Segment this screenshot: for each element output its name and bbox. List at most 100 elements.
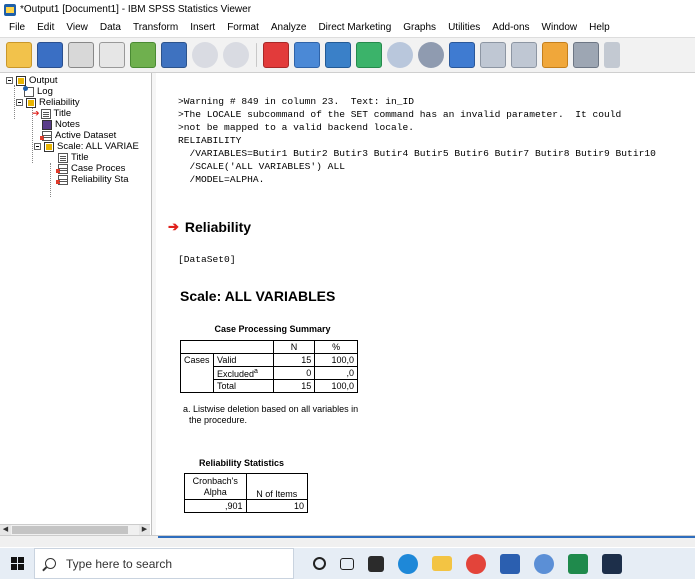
cortana-icon[interactable] — [313, 557, 326, 570]
hide-icon[interactable] — [573, 42, 599, 68]
excel-icon[interactable] — [568, 553, 588, 574]
taskbar-search-box[interactable]: Type here to search — [34, 548, 294, 579]
menu-direct-marketing[interactable]: Direct Marketing — [312, 22, 397, 33]
outline-label: Notes — [55, 119, 80, 130]
redo-icon[interactable] — [223, 42, 249, 68]
menu-view[interactable]: View — [60, 22, 94, 33]
chrome-icon[interactable] — [466, 553, 486, 574]
undo-icon[interactable] — [192, 42, 218, 68]
goto-variable-icon[interactable] — [325, 42, 351, 68]
goto-data-icon[interactable] — [263, 42, 289, 68]
promote-icon[interactable] — [480, 42, 506, 68]
file-explorer-icon[interactable] — [432, 556, 452, 571]
case-summary-title: Case Processing Summary — [214, 324, 331, 334]
goto-case-icon[interactable] — [294, 42, 320, 68]
menu-bar: File Edit View Data Transform Insert For… — [0, 19, 695, 36]
pane-splitter[interactable] — [151, 73, 156, 535]
demote-icon[interactable] — [511, 42, 537, 68]
outline-item-active-dataset[interactable]: Active Dataset — [40, 130, 117, 141]
recall-dialog-icon[interactable] — [161, 42, 187, 68]
print-preview-icon[interactable] — [99, 42, 125, 68]
menu-analyze[interactable]: Analyze — [265, 22, 313, 33]
print-icon[interactable] — [68, 42, 94, 68]
search-icon — [45, 558, 56, 569]
show-all-icon[interactable] — [387, 42, 413, 68]
cell-pct: 100,0 — [314, 353, 358, 367]
open-icon[interactable] — [6, 42, 32, 68]
cell-pct: 100,0 — [314, 379, 358, 393]
outline-item-log[interactable]: Log — [23, 85, 53, 97]
collapse-toggle[interactable] — [34, 143, 41, 150]
store-icon[interactable] — [368, 555, 384, 572]
taskbar: Type here to search — [0, 548, 695, 579]
back-icon[interactable] — [604, 42, 620, 68]
collapse-toggle[interactable] — [16, 99, 23, 106]
search-placeholder: Type here to search — [66, 556, 173, 571]
pivot-table-icon — [56, 174, 68, 185]
edge-icon[interactable] — [398, 553, 418, 574]
outline-item-output[interactable]: Output — [6, 75, 58, 86]
scrollbar-thumb[interactable] — [12, 526, 128, 534]
export-icon[interactable] — [130, 42, 156, 68]
menu-window[interactable]: Window — [536, 22, 584, 33]
outline-item-reliability[interactable]: Reliability — [16, 97, 80, 108]
menu-format[interactable]: Format — [221, 22, 265, 33]
log-line: >The LOCALE subcommand of the SET comman… — [178, 109, 622, 120]
row-group-blank — [180, 379, 214, 393]
cell-n: 15 — [272, 379, 316, 393]
log-icon — [23, 85, 34, 97]
outline-item-title[interactable]: ➔ Title — [32, 108, 71, 119]
outline-item-scale[interactable]: Scale: ALL VARIAE — [34, 141, 139, 152]
designate-window-icon[interactable] — [418, 42, 444, 68]
outline-label: Active Dataset — [55, 130, 117, 141]
menu-transform[interactable]: Transform — [127, 22, 184, 33]
menu-help[interactable]: Help — [583, 22, 616, 33]
active-dataset-icon — [40, 130, 52, 141]
reliability-stats-table[interactable]: Cronbach's Alpha N of Items ,901 10 — [184, 473, 308, 513]
menu-data[interactable]: Data — [94, 22, 127, 33]
start-button[interactable] — [0, 548, 34, 579]
task-view-icon[interactable] — [340, 557, 354, 570]
dataset-label[interactable]: [DataSet0] — [178, 254, 236, 266]
menu-add-ons[interactable]: Add-ons — [486, 22, 535, 33]
toolbar-separator — [256, 43, 257, 67]
spss-taskbar-icon[interactable] — [534, 553, 554, 574]
reliability-heading[interactable]: ➔ Reliability — [168, 219, 251, 235]
save-icon[interactable] — [37, 42, 63, 68]
col-header-n: N — [272, 340, 316, 354]
outline-item-case-processing[interactable]: Case Proces — [56, 163, 125, 174]
outline-label: Output — [29, 75, 58, 86]
scroll-right-button[interactable]: ▶ — [139, 525, 150, 535]
cell-items: 10 — [245, 499, 308, 513]
outline-pane[interactable]: Output Log Reliability ➔ Title Notes Act… — [0, 73, 156, 535]
menu-utilities[interactable]: Utilities — [442, 22, 486, 33]
photos-icon[interactable] — [602, 553, 622, 574]
row-label-text: Excluded — [216, 368, 255, 379]
scale-heading[interactable]: Scale: ALL VARIABLES — [180, 288, 335, 304]
menu-insert[interactable]: Insert — [184, 22, 221, 33]
word-icon[interactable] — [500, 553, 520, 574]
heading-text: Reliability — [184, 219, 252, 235]
case-processing-table[interactable]: N % Cases Valid 15 100,0 Excludeda 0 ,0 … — [180, 340, 358, 393]
menu-graphs[interactable]: Graphs — [397, 22, 442, 33]
tree-line — [14, 85, 15, 119]
log-line: RELIABILITY — [178, 135, 242, 146]
menu-edit[interactable]: Edit — [31, 22, 60, 33]
outline-item-reliability-stats[interactable]: Reliability Sta — [56, 174, 129, 185]
outline-item-scale-title[interactable]: Title — [58, 152, 89, 163]
collapse-icon[interactable] — [542, 42, 568, 68]
table-corner — [180, 340, 214, 354]
log-line: /SCALE('ALL VARIABLES') ALL — [178, 161, 345, 172]
outline-item-notes[interactable]: Notes — [42, 119, 80, 130]
scroll-left-button[interactable]: ◀ — [0, 525, 11, 535]
output-pane[interactable]: >Warning # 849 in column 23. Text: in_ID… — [158, 73, 695, 535]
outline-horizontal-scrollbar[interactable]: ◀ ▶ — [0, 524, 150, 535]
menu-file[interactable]: File — [3, 22, 31, 33]
collapse-toggle[interactable] — [6, 77, 13, 84]
row-label: Excludeda — [212, 366, 274, 380]
insert-output-icon[interactable] — [449, 42, 475, 68]
outline-label: Scale: ALL VARIAE — [57, 141, 139, 152]
variables-icon[interactable] — [356, 42, 382, 68]
spss-app-icon — [4, 3, 16, 16]
row-label: Total — [212, 379, 274, 393]
